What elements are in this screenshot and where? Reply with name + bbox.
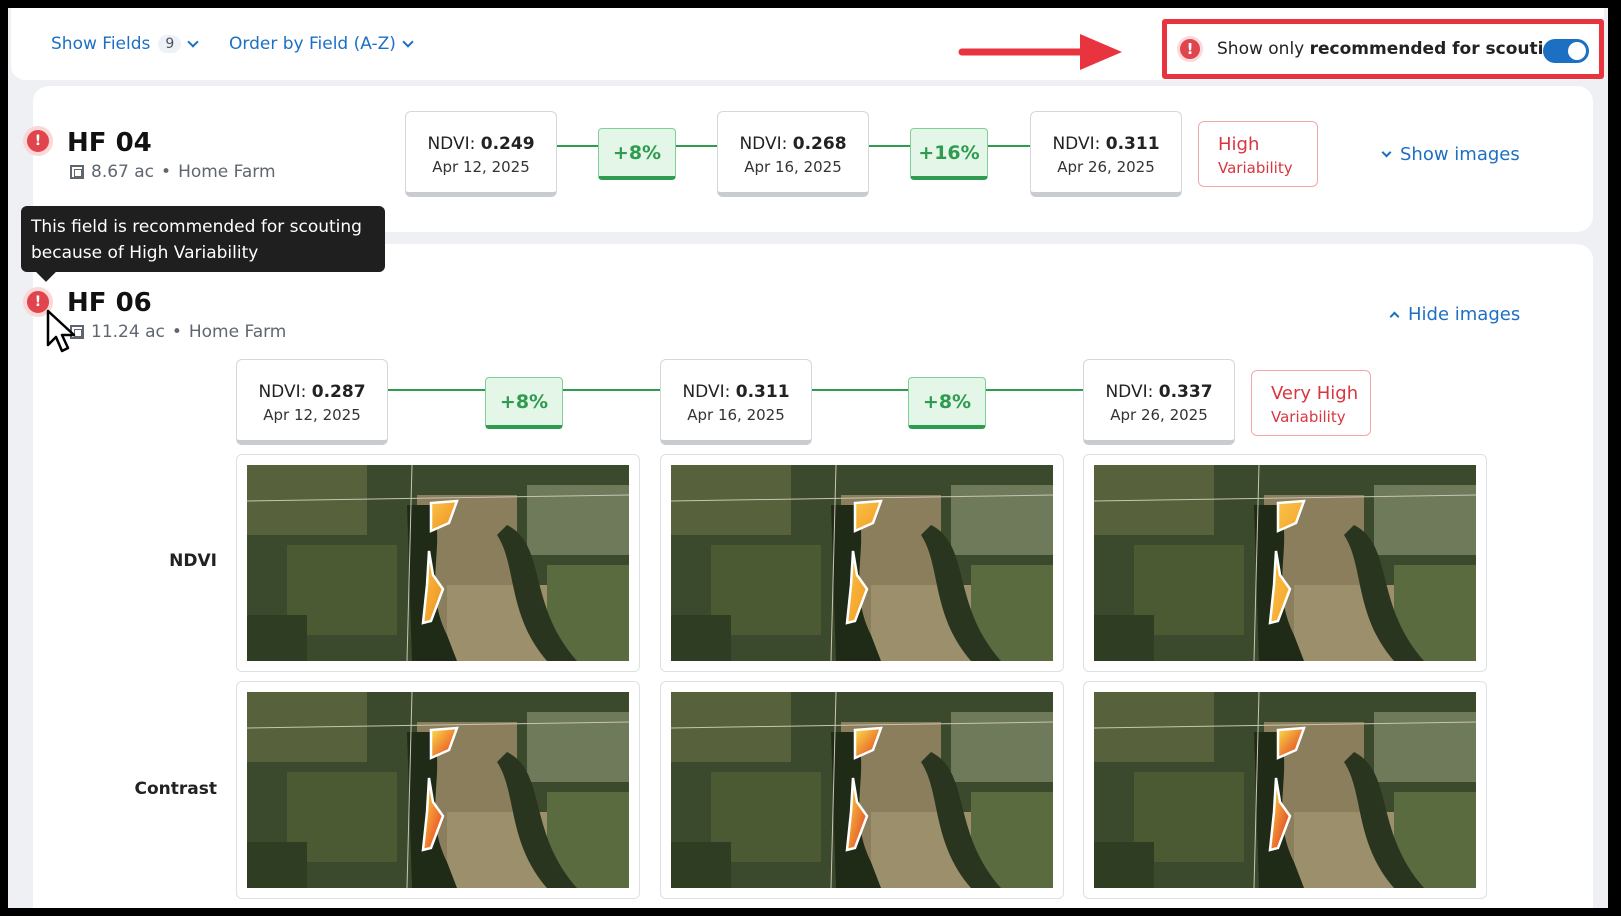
app-frame: Show Fields 9 Order by Field (A-Z) ! Sho…	[8, 8, 1608, 908]
toolbar: Show Fields 9 Order by Field (A-Z) ! Sho…	[11, 8, 1604, 80]
order-label: Order by Field (A-Z)	[229, 34, 396, 54]
satellite-map-image	[671, 465, 1053, 661]
change-badge: +16%	[910, 128, 988, 180]
scouting-tooltip: This field is recommended for scouting b…	[21, 206, 385, 272]
field-card: ! HF 06 11.24 ac • Home Farm Hide images N…	[23, 244, 1593, 908]
hide-images-button[interactable]: Hide images	[1389, 304, 1520, 325]
show-images-button[interactable]: Show images	[1381, 144, 1520, 165]
ndvi-reading: NDVI: 0.337 Apr 26, 2025	[1083, 359, 1235, 445]
scouting-filter: ! Show only recommended for scouting	[1162, 19, 1604, 79]
row-label-ndvi: NDVI	[169, 551, 217, 571]
mouse-cursor-icon	[46, 309, 76, 353]
chevron-up-icon	[1389, 311, 1400, 322]
field-name: HF 04	[67, 128, 152, 158]
change-badge: +8%	[598, 128, 676, 180]
area-icon	[70, 165, 84, 179]
satellite-map-image	[247, 465, 629, 661]
scouting-toggle-switch[interactable]	[1543, 39, 1589, 63]
ndvi-image-card[interactable]	[236, 454, 640, 672]
scouting-filter-label: Show only recommended for scouting	[1217, 39, 1568, 59]
ndvi-image-card[interactable]	[1083, 454, 1487, 672]
contrast-image-card[interactable]	[660, 681, 1064, 899]
fields-count-badge: 9	[158, 35, 182, 53]
row-label-contrast: Contrast	[134, 779, 218, 799]
chevron-down-icon	[1381, 147, 1392, 158]
chevron-down-icon	[402, 35, 414, 48]
annotation-arrow-icon	[958, 34, 1122, 70]
alert-icon: !	[1177, 36, 1203, 62]
contrast-image-card[interactable]	[1083, 681, 1487, 899]
order-by-dropdown[interactable]: Order by Field (A-Z)	[229, 34, 414, 54]
satellite-map-image	[1094, 692, 1476, 888]
ndvi-reading: NDVI: 0.268 Apr 16, 2025	[717, 111, 869, 197]
variability-badge: Very High Variability	[1251, 370, 1371, 436]
contrast-image-card[interactable]	[236, 681, 640, 899]
satellite-map-image	[1094, 465, 1476, 661]
field-meta: 11.24 ac • Home Farm	[70, 322, 286, 342]
show-fields-button[interactable]: Show Fields 9	[51, 34, 199, 54]
satellite-map-image	[247, 692, 629, 888]
field-meta: 8.67 ac • Home Farm	[70, 162, 276, 182]
chevron-down-icon	[187, 35, 199, 48]
ndvi-reading: NDVI: 0.287 Apr 12, 2025	[236, 359, 388, 445]
ndvi-reading: NDVI: 0.311 Apr 26, 2025	[1030, 111, 1182, 197]
satellite-map-image	[671, 692, 1053, 888]
change-badge: +8%	[908, 377, 986, 429]
change-badge: +8%	[485, 377, 563, 429]
ndvi-reading: NDVI: 0.249 Apr 12, 2025	[405, 111, 557, 197]
alert-icon[interactable]: !	[23, 126, 53, 156]
ndvi-reading: NDVI: 0.311 Apr 16, 2025	[660, 359, 812, 445]
show-fields-label: Show Fields	[51, 34, 151, 54]
ndvi-image-card[interactable]	[660, 454, 1064, 672]
variability-badge: High Variability	[1198, 121, 1318, 187]
